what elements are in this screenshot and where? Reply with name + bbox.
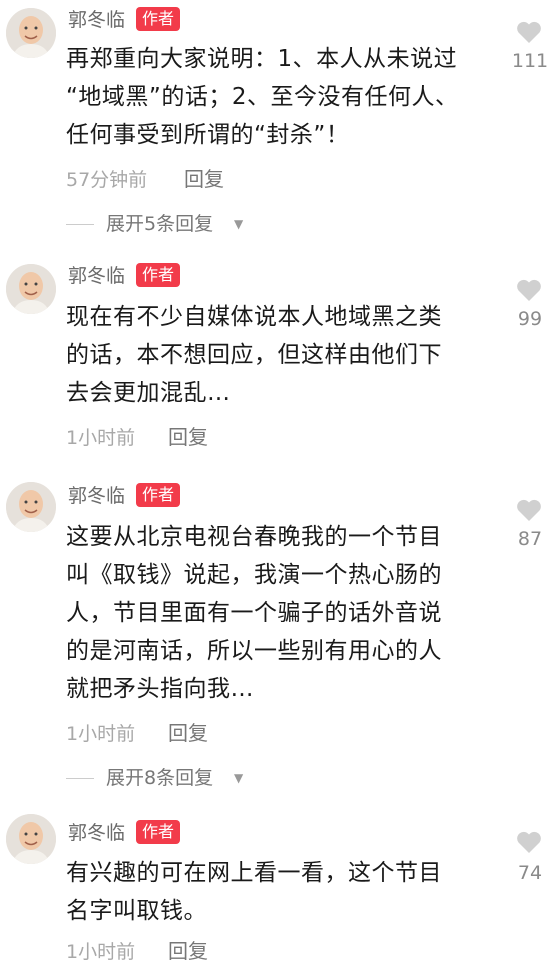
comment-text: 这要从北京电视台春晚我的一个节目 叫《取钱》说起，我演一个热心肠的 人，节目里面… xyxy=(66,518,486,708)
avatar-icon xyxy=(6,814,56,864)
avatar[interactable] xyxy=(6,8,56,58)
comment-text-line: 现在有不少自媒体说本人地域黑之类 xyxy=(66,304,442,330)
expand-replies-button[interactable]: 展开8条回复 ▼ xyxy=(66,766,266,790)
comment-item: 郭冬临 作者 这要从北京电视台春晚我的一个节目 叫《取钱》说起，我演一个热心肠的… xyxy=(0,470,554,800)
like-button[interactable] xyxy=(512,278,546,302)
comment-time: 1小时前 xyxy=(66,941,136,963)
comment-text-line: 就把矛头指向我… xyxy=(66,676,254,702)
comment-text: 有兴趣的可在网上看一看，这个节目 名字叫取钱。 xyxy=(66,854,486,930)
comment-text-line: 再郑重向大家说明：1、本人从未说过 xyxy=(66,46,458,72)
comment-text: 再郑重向大家说明：1、本人从未说过 “地域黑”的话；2、至今没有任何人、 任何事… xyxy=(66,40,486,154)
comment-text-line: 有兴趣的可在网上看一看，这个节目 xyxy=(66,860,442,886)
like-count: 99 xyxy=(517,308,543,330)
reply-button[interactable]: 回复 xyxy=(168,425,208,449)
author-badge: 作者 xyxy=(136,7,181,31)
heart-icon xyxy=(517,279,541,301)
expand-replies-label: 展开5条回复 xyxy=(106,213,214,235)
avatar-icon xyxy=(6,482,56,532)
comment-time: 1小时前 xyxy=(66,723,136,745)
like-button[interactable] xyxy=(512,498,546,522)
avatar[interactable] xyxy=(6,482,56,532)
avatar[interactable] xyxy=(6,264,56,314)
heart-icon xyxy=(517,21,541,43)
reply-button[interactable]: 回复 xyxy=(168,939,208,963)
comment-text-line: “地域黑”的话；2、至今没有任何人、 xyxy=(66,84,459,110)
divider xyxy=(66,224,94,225)
chevron-down-icon: ▼ xyxy=(234,217,244,231)
like-count: 111 xyxy=(511,50,549,72)
comment-author[interactable]: 郭冬临 xyxy=(68,822,125,844)
comment-time: 1小时前 xyxy=(66,427,136,449)
avatar[interactable] xyxy=(6,814,56,864)
comment-text-line: 任何事受到所谓的“封杀”！ xyxy=(66,122,350,148)
comment-text-line: 的话，本不想回应，但这样由他们下 xyxy=(66,342,442,368)
comment-author[interactable]: 郭冬临 xyxy=(68,265,125,287)
comment-item: 郭冬临 作者 再郑重向大家说明：1、本人从未说过 “地域黑”的话；2、至今没有任… xyxy=(0,0,554,250)
comment-text-line: 的是河南话，所以一些别有用心的人 xyxy=(66,638,442,664)
author-badge: 作者 xyxy=(136,263,181,287)
like-count: 74 xyxy=(517,862,543,884)
expand-replies-label: 展开8条回复 xyxy=(106,767,214,789)
comment-time: 57分钟前 xyxy=(66,169,148,191)
like-button[interactable] xyxy=(512,20,546,44)
comment-text-line: 去会更加混乱… xyxy=(66,380,231,406)
reply-button[interactable]: 回复 xyxy=(168,721,208,745)
comment-author[interactable]: 郭冬临 xyxy=(68,9,125,31)
comment-text-line: 这要从北京电视台春晚我的一个节目 xyxy=(66,524,442,550)
comment-item: 郭冬临 作者 现在有不少自媒体说本人地域黑之类 的话，本不想回应，但这样由他们下… xyxy=(0,250,554,470)
chevron-down-icon: ▼ xyxy=(234,771,244,785)
author-badge: 作者 xyxy=(136,820,181,844)
avatar-icon xyxy=(6,264,56,314)
comment-item: 郭冬临 作者 有兴趣的可在网上看一看，这个节目 名字叫取钱。 1小时前 回复 7… xyxy=(0,800,554,972)
expand-replies-button[interactable]: 展开5条回复 ▼ xyxy=(66,212,266,236)
comment-text-line: 人，节目里面有一个骗子的话外音说 xyxy=(66,600,442,626)
author-badge: 作者 xyxy=(136,483,181,507)
like-count: 87 xyxy=(517,528,543,550)
divider xyxy=(66,778,94,779)
reply-button[interactable]: 回复 xyxy=(184,167,224,191)
comment-author[interactable]: 郭冬临 xyxy=(68,485,125,507)
heart-icon xyxy=(517,499,541,521)
comment-text: 现在有不少自媒体说本人地域黑之类 的话，本不想回应，但这样由他们下 去会更加混乱… xyxy=(66,298,486,412)
watermark xyxy=(410,955,550,969)
heart-icon xyxy=(517,831,541,853)
comment-text-line: 叫《取钱》说起，我演一个热心肠的 xyxy=(66,562,442,588)
like-button[interactable] xyxy=(512,830,546,854)
avatar-icon xyxy=(6,8,56,58)
comment-text-line: 名字叫取钱。 xyxy=(66,898,207,924)
